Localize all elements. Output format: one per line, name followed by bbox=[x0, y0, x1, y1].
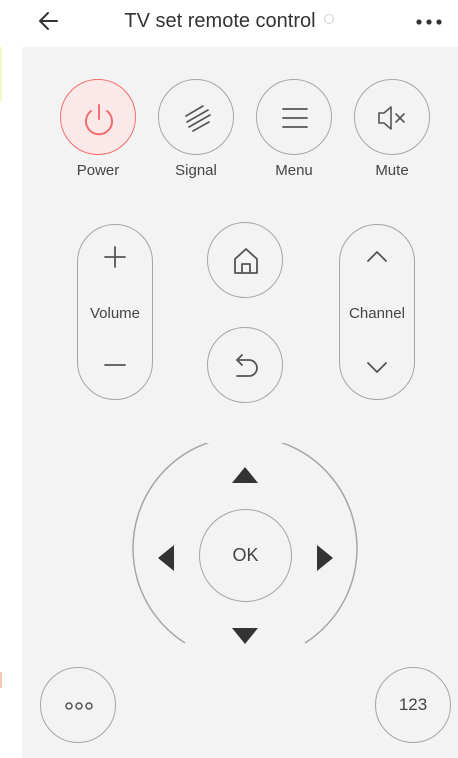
left-button[interactable] bbox=[145, 535, 185, 581]
mute-button[interactable] bbox=[354, 79, 430, 155]
signal-label: Signal bbox=[175, 162, 217, 179]
channel-down-button[interactable] bbox=[340, 337, 413, 399]
connection-status-icon bbox=[323, 14, 334, 24]
power-button[interactable] bbox=[60, 79, 136, 155]
volume-control: Volume bbox=[77, 224, 153, 400]
more-options-button[interactable] bbox=[40, 667, 116, 743]
left-edge-marker bbox=[0, 47, 2, 101]
arrow-up-icon bbox=[232, 467, 258, 483]
signal-icon bbox=[185, 105, 211, 132]
mute-icon bbox=[378, 106, 405, 130]
left-edge bbox=[0, 47, 22, 758]
chevron-up-icon bbox=[367, 251, 387, 262]
channel-control: Channel bbox=[339, 224, 415, 400]
down-button[interactable] bbox=[222, 618, 268, 658]
menu-icon bbox=[282, 108, 308, 128]
numpad-button[interactable]: 123 bbox=[375, 667, 451, 743]
volume-down-button[interactable] bbox=[78, 337, 151, 399]
page-title-wrap: TV set remote control bbox=[0, 0, 458, 42]
arrow-right-icon bbox=[317, 545, 333, 571]
chevron-down-icon bbox=[367, 362, 387, 373]
title-bar: TV set remote control bbox=[0, 0, 458, 46]
right-button[interactable] bbox=[306, 535, 346, 581]
return-icon bbox=[236, 354, 258, 377]
power-label: Power bbox=[76, 162, 120, 179]
more-menu-button[interactable] bbox=[412, 8, 446, 34]
mute-label: Mute bbox=[375, 162, 409, 179]
plus-icon bbox=[104, 246, 126, 268]
menu-label: Menu bbox=[275, 162, 313, 179]
up-button[interactable] bbox=[222, 455, 268, 495]
channel-label: Channel bbox=[349, 305, 405, 322]
arrow-left-icon bbox=[158, 545, 174, 571]
home-icon bbox=[234, 248, 258, 274]
channel-up-button[interactable] bbox=[340, 225, 413, 287]
numpad-label: 123 bbox=[398, 695, 428, 714]
home-button[interactable] bbox=[207, 222, 283, 298]
page-title: TV set remote control bbox=[124, 10, 316, 32]
menu-button[interactable] bbox=[256, 79, 332, 155]
left-edge-marker bbox=[0, 672, 2, 688]
minus-icon bbox=[104, 364, 126, 366]
more-dots-icon bbox=[416, 19, 442, 25]
ok-button[interactable]: OK bbox=[199, 509, 292, 602]
more-options-icon bbox=[65, 702, 93, 710]
signal-button[interactable] bbox=[158, 79, 234, 155]
arrow-down-icon bbox=[232, 628, 258, 644]
power-icon bbox=[85, 104, 113, 136]
return-button[interactable] bbox=[207, 327, 283, 403]
volume-label: Volume bbox=[89, 305, 141, 322]
volume-up-button[interactable] bbox=[78, 225, 151, 287]
